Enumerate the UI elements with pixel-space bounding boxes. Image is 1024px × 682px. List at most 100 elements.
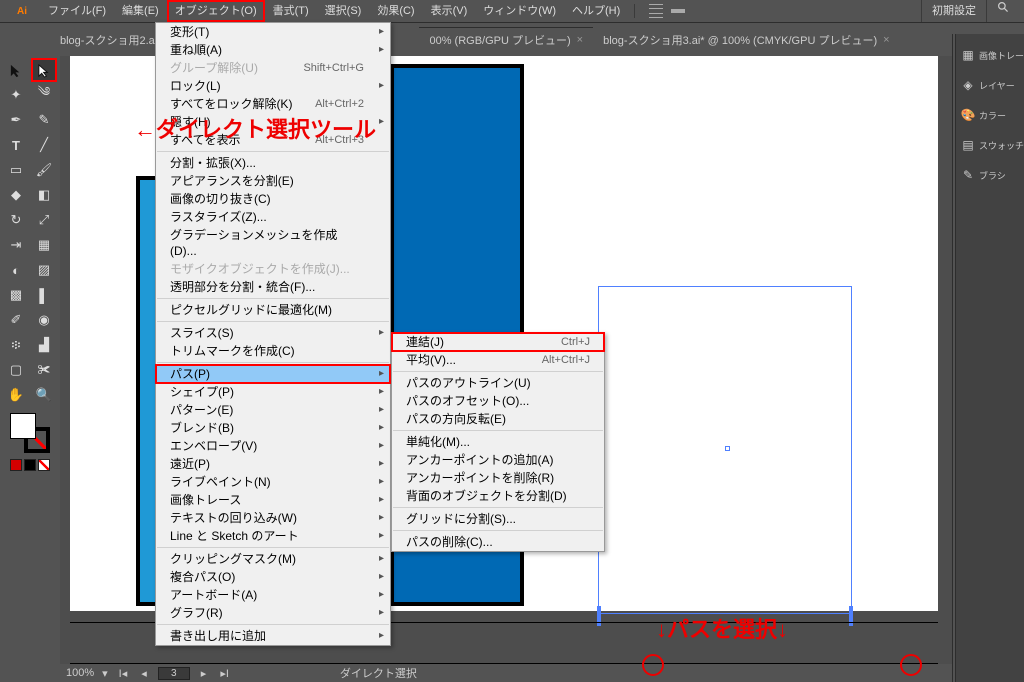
- menu-item[interactable]: 画像の切り抜き(C): [156, 190, 390, 208]
- panel-スウォッチ[interactable]: ▤スウォッチ: [956, 130, 1024, 160]
- submenu-item[interactable]: アンカーポイントの追加(A): [392, 451, 604, 469]
- menu-item[interactable]: 画像トレース: [156, 491, 390, 509]
- menu-type[interactable]: 書式(T): [265, 0, 317, 22]
- zoom-level[interactable]: 100%: [66, 667, 94, 679]
- menu-item[interactable]: ラスタライズ(Z)...: [156, 208, 390, 226]
- menu-item[interactable]: テキストの回り込み(W): [156, 509, 390, 527]
- menu-item[interactable]: Line と Sketch のアート: [156, 527, 390, 545]
- artboard-number-input[interactable]: [158, 667, 190, 680]
- width-tool[interactable]: ⇥: [3, 233, 29, 257]
- menu-file[interactable]: ファイル(F): [40, 0, 114, 22]
- submenu-item[interactable]: パスの方向反転(E): [392, 410, 604, 428]
- menu-item[interactable]: クリッピングマスク(M): [156, 550, 390, 568]
- close-icon[interactable]: ×: [883, 34, 889, 46]
- submenu-item[interactable]: 連結(J)Ctrl+J: [392, 333, 604, 351]
- menu-item[interactable]: パス(P): [156, 365, 390, 383]
- menu-edit[interactable]: 編集(E): [114, 0, 167, 22]
- menu-item[interactable]: ピクセルグリッドに最適化(M): [156, 301, 390, 319]
- paintbrush-tool[interactable]: 🖌: [31, 158, 57, 182]
- symbol-sprayer-tool[interactable]: ፨: [3, 333, 29, 357]
- menu-item[interactable]: モザイクオブジェクトを作成(J)...: [156, 260, 390, 278]
- menu-item[interactable]: すべてをロック解除(K)Alt+Ctrl+2: [156, 95, 390, 113]
- shape-builder-tool[interactable]: ◐: [3, 258, 29, 282]
- eyedropper-tool[interactable]: ✐: [3, 308, 29, 332]
- submenu-item[interactable]: 背面のオブジェクトを分割(D): [392, 487, 604, 505]
- shaper-tool[interactable]: ◆: [3, 183, 29, 207]
- scale-tool[interactable]: ⤢: [31, 208, 57, 232]
- doc-tab-1[interactable]: blog-スクショ用2.ai*: [50, 28, 171, 52]
- curvature-tool[interactable]: ✎: [31, 108, 57, 132]
- perspective-grid-tool[interactable]: ▨: [31, 258, 57, 282]
- menu-item[interactable]: 遠近(P): [156, 455, 390, 473]
- fill-swatch[interactable]: [10, 413, 36, 439]
- panel-レイヤー[interactable]: ◈レイヤー: [956, 70, 1024, 100]
- menu-item[interactable]: トリムマークを作成(C): [156, 342, 390, 360]
- menu-item[interactable]: グラデーションメッシュを作成(D)...: [156, 226, 390, 260]
- zoom-tool[interactable]: 🔍: [31, 383, 57, 407]
- menu-item[interactable]: ライブペイント(N): [156, 473, 390, 491]
- menu-item[interactable]: ロック(L): [156, 77, 390, 95]
- menu-item[interactable]: 変形(T): [156, 23, 390, 41]
- next-artboard-button[interactable]: ▸: [198, 667, 210, 680]
- last-artboard-button[interactable]: ▸I: [217, 667, 232, 680]
- panel-カラー[interactable]: 🎨カラー: [956, 100, 1024, 130]
- submenu-item[interactable]: パスのアウトライン(U): [392, 374, 604, 392]
- selection-tool[interactable]: [3, 58, 29, 82]
- menu-select[interactable]: 選択(S): [317, 0, 370, 22]
- pen-tool[interactable]: ✒: [3, 108, 29, 132]
- draw-modes[interactable]: [10, 459, 50, 471]
- doc-tab-3[interactable]: blog-スクショ用3.ai* @ 100% (CMYK/GPU プレビュー)×: [593, 28, 899, 52]
- close-icon[interactable]: ×: [577, 34, 583, 46]
- gradient-tool[interactable]: ▌: [31, 283, 57, 307]
- path-submenu[interactable]: 連結(J)Ctrl+J平均(V)...Alt+Ctrl+J パスのアウトライン(U…: [391, 332, 605, 552]
- line-tool[interactable]: ╱: [31, 133, 57, 157]
- menu-item[interactable]: グラフ(R): [156, 604, 390, 622]
- menu-item[interactable]: パターン(E): [156, 401, 390, 419]
- type-tool[interactable]: T: [3, 133, 29, 157]
- menu-item[interactable]: アピアランスを分割(E): [156, 172, 390, 190]
- lasso-tool[interactable]: ༄: [31, 83, 57, 107]
- mesh-tool[interactable]: ▩: [3, 283, 29, 307]
- arrange-icon[interactable]: [671, 4, 685, 18]
- menu-item[interactable]: グループ解除(U)Shift+Ctrl+G: [156, 59, 390, 77]
- submenu-item[interactable]: アンカーポイントを削除(R): [392, 469, 604, 487]
- search-icon[interactable]: [986, 0, 1020, 22]
- panel-画像トレー[interactable]: ▦画像トレー: [956, 40, 1024, 70]
- menu-item[interactable]: 重ね順(A): [156, 41, 390, 59]
- submenu-item[interactable]: パスの削除(C)...: [392, 533, 604, 551]
- menu-view[interactable]: 表示(V): [423, 0, 476, 22]
- hand-tool[interactable]: ✋: [3, 383, 29, 407]
- doc-tab-2-fragment[interactable]: 00% (RGB/GPU プレビュー)×: [419, 27, 593, 52]
- submenu-item[interactable]: 平均(V)...Alt+Ctrl+J: [392, 351, 604, 369]
- menu-item[interactable]: 分割・拡張(X)...: [156, 154, 390, 172]
- first-artboard-button[interactable]: I◂: [116, 667, 131, 680]
- artboard-tool[interactable]: ▢: [3, 358, 29, 382]
- prev-artboard-button[interactable]: ◂: [138, 667, 150, 680]
- slice-tool[interactable]: ✀: [31, 358, 57, 382]
- menu-help[interactable]: ヘルプ(H): [564, 0, 628, 22]
- submenu-item[interactable]: グリッドに分割(S)...: [392, 510, 604, 528]
- magic-wand-tool[interactable]: ✦: [3, 83, 29, 107]
- panel-ブラシ[interactable]: ✎ブラシ: [956, 160, 1024, 190]
- menu-item[interactable]: 透明部分を分割・統合(F)...: [156, 278, 390, 296]
- menu-window[interactable]: ウィンドウ(W): [475, 0, 564, 22]
- submenu-item[interactable]: 単純化(M)...: [392, 433, 604, 451]
- menu-item[interactable]: 複合パス(O): [156, 568, 390, 586]
- bridge-icon[interactable]: [649, 4, 663, 18]
- menu-item[interactable]: アートボード(A): [156, 586, 390, 604]
- column-graph-tool[interactable]: ▟: [31, 333, 57, 357]
- menu-item[interactable]: ブレンド(B): [156, 419, 390, 437]
- menu-item[interactable]: 書き出し用に追加: [156, 627, 390, 645]
- rectangle-tool[interactable]: ▭: [3, 158, 29, 182]
- workspace-switcher[interactable]: 初期設定: [921, 0, 986, 22]
- color-swatch[interactable]: [10, 413, 50, 453]
- blend-tool[interactable]: ◉: [31, 308, 57, 332]
- free-transform-tool[interactable]: ▦: [31, 233, 57, 257]
- menu-item[interactable]: スライス(S): [156, 324, 390, 342]
- eraser-tool[interactable]: ◧: [31, 183, 57, 207]
- menu-item[interactable]: エンベロープ(V): [156, 437, 390, 455]
- submenu-item[interactable]: パスのオフセット(O)...: [392, 392, 604, 410]
- rotate-tool[interactable]: ↻: [3, 208, 29, 232]
- menu-effect[interactable]: 効果(C): [369, 0, 422, 22]
- menu-object[interactable]: オブジェクト(O): [167, 0, 265, 22]
